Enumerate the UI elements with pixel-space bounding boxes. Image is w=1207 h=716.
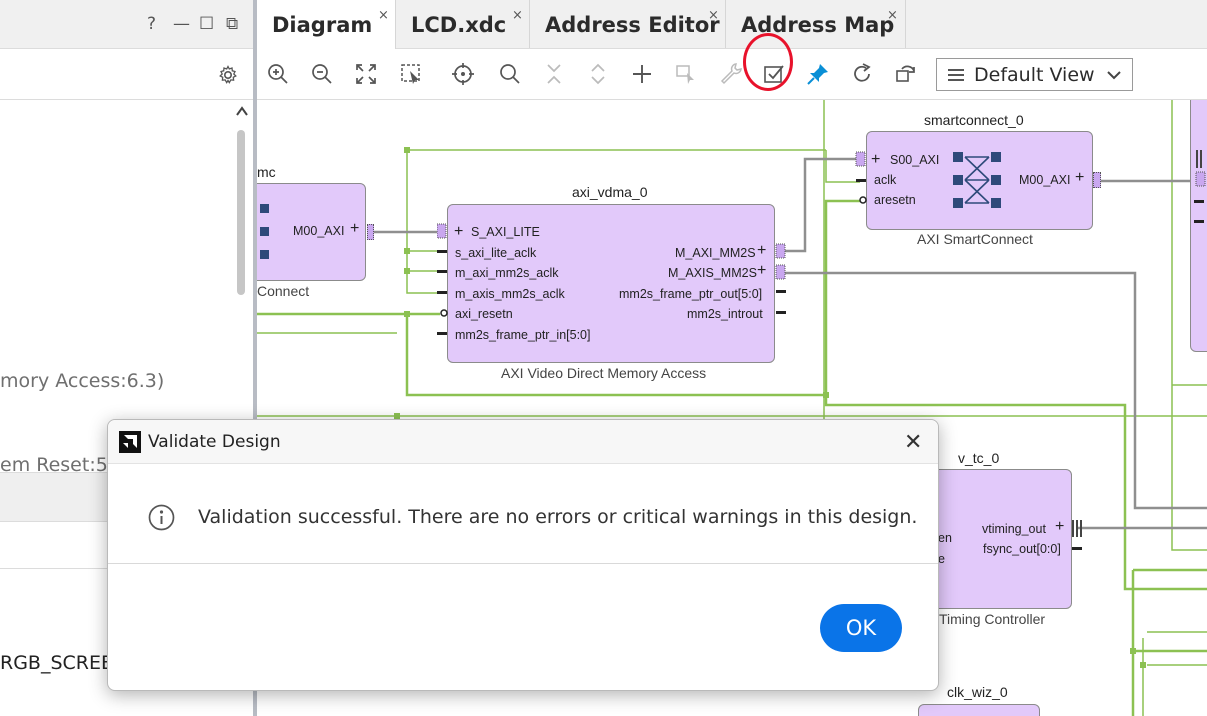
annotation-circle [743, 33, 793, 91]
vdma-left-pins [437, 223, 448, 335]
bus-connector[interactable] [1093, 172, 1101, 188]
port-label: S00_AXI [890, 153, 940, 167]
validate-design-dialog: Validate Design ✕ Validation successful.… [107, 419, 939, 691]
dialog-message: Validation successful. There are no erro… [198, 506, 918, 528]
block-name: mc [257, 164, 276, 180]
smartconnect-block[interactable]: + S00_AXI aclk aresetn M00_AXI + [866, 131, 1093, 230]
ok-button[interactable]: OK [820, 604, 902, 652]
select-area-icon[interactable] [399, 61, 425, 87]
port-label: aclk [874, 173, 897, 187]
tab-bar: Diagram × LCD.xdc × Address Editor × Add… [257, 0, 1207, 49]
axi-vdma-block[interactable]: + S_AXI_LITE s_axi_lite_aclk m_axi_mm2s_… [447, 204, 775, 363]
port-label: fsync_out[0:0] [983, 542, 1061, 556]
block-name: v_tc_0 [958, 450, 1000, 466]
smartconnect-left-pins [855, 151, 867, 204]
gear-icon[interactable] [218, 65, 238, 85]
port-expand-icon[interactable]: + [1075, 169, 1084, 187]
bus-connector[interactable] [367, 224, 374, 240]
port-label: axi_resetn [455, 307, 513, 321]
chevron-down-icon [1107, 71, 1121, 80]
block-subtitle: AXI SmartConnect [917, 231, 1033, 247]
port-label: aresetn [874, 193, 916, 207]
list-icon [948, 69, 964, 81]
wrench-icon[interactable] [718, 61, 744, 87]
port-label: M00_AXI [1019, 173, 1071, 187]
port-label: e [938, 552, 945, 566]
left-panel-toolbar [0, 49, 253, 100]
crop-icon[interactable] [673, 61, 699, 87]
maximize-icon[interactable]: ☐ [199, 14, 214, 34]
info-icon [148, 504, 175, 531]
float-icon[interactable]: ⧉ [226, 14, 238, 34]
port-label: m_axi_mm2s_aclk [455, 266, 559, 280]
port-label: M_AXI_MM2S [675, 246, 756, 260]
port-label: M00_AXI [293, 224, 345, 238]
add-ip-icon[interactable] [629, 61, 655, 87]
block-subtitle: AXI Video Direct Memory Access [501, 365, 707, 381]
zoom-out-icon[interactable] [309, 61, 335, 87]
crossbar-icon [260, 204, 269, 259]
help-icon[interactable]: ? [147, 14, 156, 34]
minimize-icon[interactable]: — [173, 14, 190, 34]
view-select-value: Default View [974, 64, 1095, 86]
fit-icon[interactable] [353, 61, 379, 87]
block-subtitle: Timing Controller [939, 611, 1046, 627]
smartconnect-mc-block[interactable]: M00_AXI + [257, 183, 366, 281]
collapse-icon[interactable] [541, 61, 567, 87]
close-icon[interactable]: × [512, 8, 523, 23]
expand-icon[interactable] [585, 61, 611, 87]
block-name: smartconnect_0 [924, 112, 1024, 128]
port-expand-icon[interactable]: + [1055, 518, 1064, 536]
close-icon[interactable]: × [887, 8, 898, 23]
amd-logo-icon [119, 431, 141, 453]
left-text-rgb: RGB_SCREE [0, 652, 113, 674]
left-scrollbar-thumb[interactable] [237, 130, 245, 295]
tab-address-editor[interactable]: Address Editor × [530, 0, 726, 48]
port-expand-icon[interactable]: + [454, 223, 463, 241]
block-name: axi_vdma_0 [572, 184, 648, 200]
port-label: s_axi_lite_aclk [455, 246, 537, 260]
close-icon[interactable]: × [708, 8, 719, 23]
port-label: M_AXIS_MM2S [668, 266, 757, 280]
dialog-title: Validate Design [148, 432, 281, 452]
zoom-in-icon[interactable] [265, 61, 291, 87]
port-expand-icon[interactable]: + [350, 220, 359, 238]
port-label: mm2s_introut [687, 307, 763, 321]
v-tc-block[interactable]: en e vtiming_out + fsync_out[0:0] [927, 469, 1072, 609]
target-icon[interactable] [450, 61, 476, 87]
port-label: S_AXI_LITE [471, 225, 540, 239]
regenerate-icon[interactable] [893, 61, 919, 87]
left-panel-titlebar: ? — ☐ ⧉ [0, 0, 253, 49]
port-expand-icon[interactable]: + [757, 242, 766, 260]
pin-icon[interactable] [805, 61, 831, 87]
tab-lcd-xdc[interactable]: LCD.xdc × [396, 0, 530, 48]
tab-label: LCD.xdc [411, 13, 507, 37]
refresh-icon[interactable] [849, 61, 875, 87]
close-icon[interactable]: ✕ [904, 429, 922, 455]
v-tc-right-pins [1072, 520, 1082, 550]
close-icon[interactable]: × [378, 8, 389, 23]
dialog-separator [108, 563, 938, 564]
search-icon[interactable] [497, 61, 523, 87]
block-subtitle: Connect [257, 283, 310, 299]
port-expand-icon[interactable]: + [871, 151, 880, 169]
left-text-memory-access: mory Access:6.3) [0, 370, 165, 392]
crossbar-icon [953, 152, 1001, 208]
port-label: mm2s_frame_ptr_in[5:0] [455, 328, 591, 342]
port-label: mm2s_frame_ptr_out[5:0] [619, 287, 763, 301]
tab-diagram[interactable]: Diagram × [257, 0, 396, 49]
port-label: en [938, 531, 952, 545]
tab-label: Address Editor [545, 13, 720, 37]
port-label: m_axis_mm2s_aclk [455, 287, 565, 301]
scroll-up-icon[interactable] [236, 103, 248, 119]
vdma-right-pins [775, 243, 786, 314]
port-expand-icon[interactable]: + [757, 262, 766, 280]
clk-wiz-block[interactable] [918, 704, 1040, 716]
tab-label: Diagram [272, 13, 373, 37]
block-name: clk_wiz_0 [947, 684, 1008, 700]
view-select[interactable]: Default View [936, 58, 1133, 91]
right-block-pins [1194, 150, 1206, 223]
dialog-titlebar[interactable]: Validate Design ✕ [108, 420, 938, 464]
port-label: vtiming_out [982, 522, 1046, 536]
